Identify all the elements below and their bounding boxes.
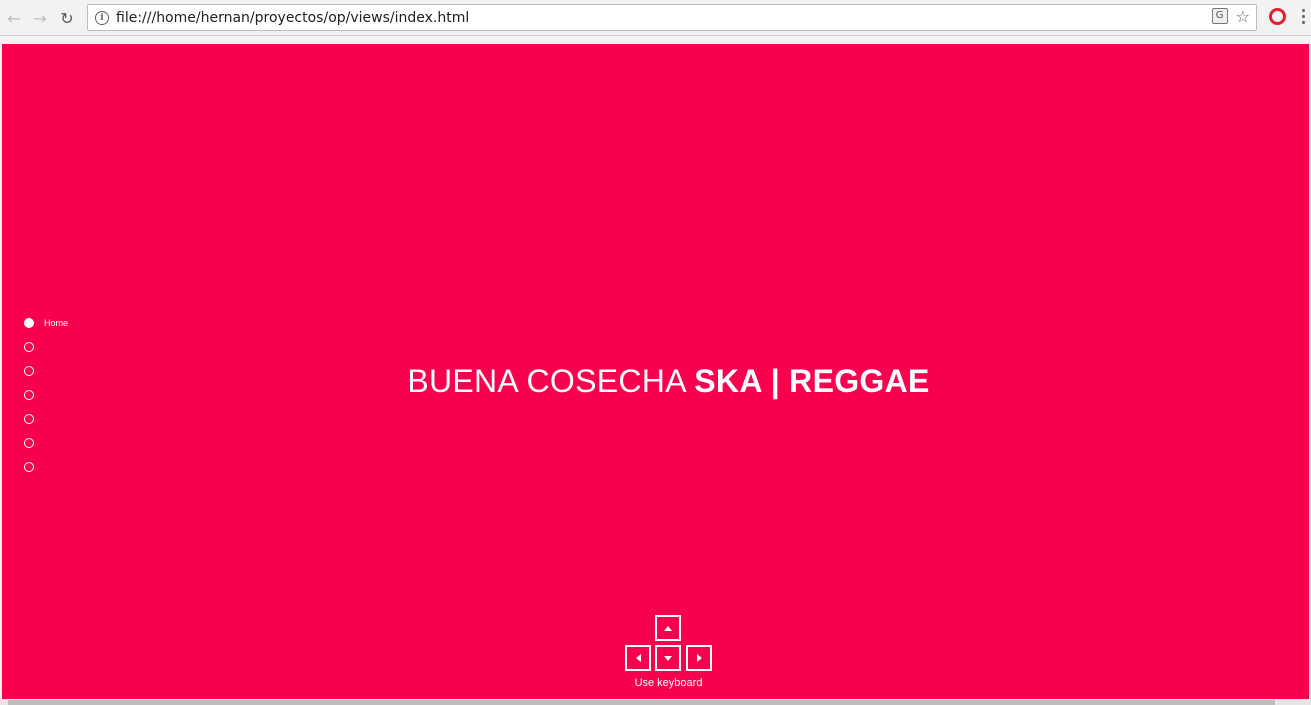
back-arrow-icon[interactable]: ← [3,7,25,29]
arrow-up-key[interactable] [655,615,681,641]
arrow-down-icon [664,655,672,661]
arrow-right-key[interactable] [686,645,712,671]
page-section: Home BUENA COSECHA SKA | REGGAE Use keyb… [2,44,1309,699]
arrow-up-icon [664,625,672,631]
url-text[interactable]: file:///home/hernan/proyectos/op/views/i… [116,10,469,26]
nav-item-2[interactable] [24,335,34,359]
nav-item-label[interactable]: Home [44,318,68,328]
title-bold: SKA | REGGAE [694,363,930,399]
browser-toolbar: ← → ↻ i file:///home/hernan/proyectos/op… [0,0,1311,36]
nav-item-5[interactable] [24,407,34,431]
page-title: BUENA COSECHA SKA | REGGAE [2,363,1309,400]
reload-icon[interactable]: ↻ [56,7,78,29]
forward-arrow-icon[interactable]: → [29,7,51,29]
translate-icon[interactable]: G [1211,8,1228,24]
nav-dot[interactable] [24,462,34,472]
arrow-left-key[interactable] [625,645,651,671]
address-bar[interactable]: i file:///home/hernan/proyectos/op/views… [87,4,1257,31]
keyboard-hint: Use keyboard [2,615,1309,695]
scrollbar-thumb[interactable] [8,700,1275,705]
arrow-left-icon [635,654,641,662]
nav-dot-active[interactable] [24,318,34,328]
keyboard-hint-text: Use keyboard [634,677,703,689]
nav-item-7[interactable] [24,455,34,479]
opera-icon[interactable] [1269,8,1286,25]
nav-dot[interactable] [24,414,34,424]
title-light: BUENA COSECHA [407,363,695,399]
star-icon[interactable]: ☆ [1236,8,1250,26]
kebab-menu-icon[interactable] [1302,9,1306,24]
horizontal-scrollbar[interactable] [0,699,1311,705]
nav-dot[interactable] [24,438,34,448]
nav-dot[interactable] [24,342,34,352]
arrow-down-key[interactable] [655,645,681,671]
nav-item-6[interactable] [24,431,34,455]
nav-item-home[interactable]: Home [24,311,68,335]
arrow-right-icon [696,654,702,662]
info-icon[interactable]: i [95,10,109,25]
